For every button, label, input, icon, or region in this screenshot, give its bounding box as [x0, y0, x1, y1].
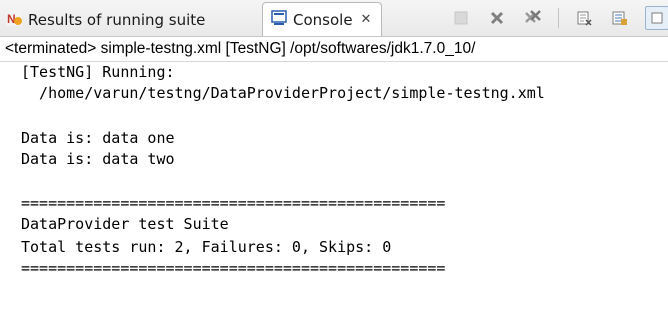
console-line: Data is: data two: [21, 150, 175, 168]
close-icon[interactable]: ✕: [361, 12, 372, 27]
console-toolbar: [450, 6, 668, 30]
tab-results[interactable]: N Results of running suite: [6, 4, 205, 35]
console-icon: [271, 9, 287, 30]
scroll-lock-icon[interactable]: [609, 7, 631, 29]
toolbar-separator: [558, 8, 559, 28]
console-line: DataProvider test Suite: [21, 215, 229, 233]
remove-launch-icon[interactable]: [486, 7, 508, 29]
console-line: Data is: data one: [21, 129, 175, 147]
console-output[interactable]: [TestNG] Running: /home/varun/testng/Dat…: [0, 61, 668, 327]
tab-results-label: Results of running suite: [28, 10, 206, 29]
view-tab-bar: N Results of running suite Console ✕: [0, 0, 668, 37]
console-line: ========================================…: [21, 259, 446, 277]
svg-text:N: N: [7, 12, 16, 26]
tab-console[interactable]: Console ✕: [262, 2, 383, 36]
console-line: [TestNG] Running:: [21, 63, 175, 81]
console-line: Total tests run: 2, Failures: 0, Skips: …: [21, 238, 392, 256]
console-line: /home/varun/testng/DataProviderProject/s…: [21, 84, 545, 102]
clear-console-icon[interactable]: [573, 7, 595, 29]
remove-all-terminated-icon[interactable]: [522, 7, 544, 29]
console-line: ========================================…: [21, 194, 446, 212]
console-status-line: <terminated> simple-testng.xml [TestNG] …: [5, 40, 476, 57]
testng-icon: N: [6, 9, 22, 30]
terminate-icon[interactable]: [450, 7, 472, 29]
word-wrap-icon[interactable]: [645, 6, 668, 30]
tab-console-label: Console: [293, 10, 353, 29]
